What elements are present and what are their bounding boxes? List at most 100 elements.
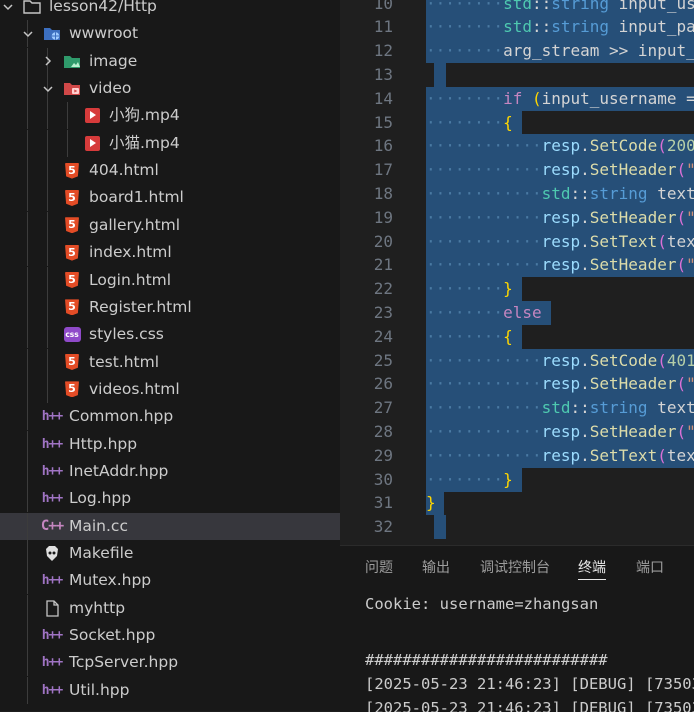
line-number: 18 — [373, 183, 393, 203]
file-http-hpp[interactable]: h++ Http.hpp — [0, 430, 340, 458]
file-log-hpp[interactable]: h++ Log.hpp — [0, 485, 340, 513]
file-inetaddr-hpp[interactable]: h++ InetAddr.hpp — [0, 457, 340, 485]
code-line[interactable]: 30 ········} — [340, 467, 694, 492]
indent-guide — [27, 457, 28, 485]
file-mutex-hpp[interactable]: h++ Mutex.hpp — [0, 567, 340, 595]
code-text: ············resp.SetHeader("Cont — [426, 421, 694, 441]
file-test-html[interactable]: 5 test.html — [0, 348, 340, 376]
file-main-cc[interactable]: C++ Main.cc — [0, 512, 340, 540]
code-line[interactable]: 26 ············resp.SetHeader("Cont — [340, 372, 694, 397]
file-util-hpp[interactable]: h++ Util.hpp — [0, 676, 340, 704]
file-login-html[interactable]: 5 Login.html — [0, 266, 340, 294]
file-index-html[interactable]: 5 index.html — [0, 239, 340, 267]
tab-ports[interactable]: 端口 — [636, 546, 664, 586]
code-line[interactable]: 12 ········arg_stream >> input_user — [340, 39, 694, 64]
file-dog-mp4[interactable]: 小狗.mp4 — [0, 102, 340, 130]
indent-guide — [27, 184, 28, 212]
code-line[interactable]: 27 ············std::string text = " — [340, 396, 694, 421]
folder-web-icon — [43, 25, 61, 42]
line-number: 17 — [373, 160, 393, 180]
folder-image[interactable]: image — [0, 47, 340, 75]
file-myhttp[interactable]: myhttp — [0, 594, 340, 622]
file-gallery-html[interactable]: 5 gallery.html — [0, 211, 340, 239]
file-videos-html[interactable]: 5 videos.html — [0, 375, 340, 403]
folder-video[interactable]: video — [0, 75, 340, 103]
code-editor[interactable]: 10········std::string input_userna11····… — [340, 0, 694, 545]
indent-guide — [27, 540, 28, 567]
file-label: wwwroot — [69, 24, 139, 43]
code-text: ········arg_stream >> input_user — [426, 41, 694, 61]
file-label: InetAddr.hpp — [69, 461, 169, 480]
file-board1-html[interactable]: 5 board1.html — [0, 184, 340, 212]
line-number: 23 — [373, 302, 393, 322]
indent-guide — [27, 157, 28, 185]
code-line[interactable]: 21 ············resp.SetHeader("Set- — [340, 253, 694, 278]
tab-problems[interactable]: 问题 — [365, 546, 393, 586]
chevron-down-icon[interactable] — [40, 75, 56, 102]
code-line[interactable]: 15 ········{ — [340, 110, 694, 135]
line-number: 20 — [373, 231, 393, 251]
tab-debug-console[interactable]: 调试控制台 — [480, 546, 550, 586]
code-line[interactable]: 23 ········else — [340, 300, 694, 325]
code-line[interactable]: 18 ············std::string text = " — [340, 181, 694, 206]
code-line[interactable]: 28 ············resp.SetHeader("Cont — [340, 419, 694, 444]
hpp-file-icon: h++ — [41, 463, 64, 479]
tab-terminal[interactable]: 终端 — [578, 546, 606, 586]
code-text: ········} — [426, 469, 513, 489]
line-number: 15 — [373, 112, 393, 132]
code-line[interactable]: 31} — [340, 491, 694, 516]
line-number: 29 — [373, 445, 393, 465]
code-line[interactable]: 17 ············resp.SetHeader("Cont — [340, 158, 694, 183]
line-number: 19 — [373, 207, 393, 227]
code-text: ············resp.SetHeader("Cont — [426, 207, 694, 227]
chevron-down-icon[interactable] — [0, 0, 16, 20]
bottom-panel: 问题 输出 调试控制台 终端 端口 Cookie: username=zhangsan #… — [340, 545, 694, 712]
code-text: ········else — [426, 302, 542, 322]
indent-guide — [47, 129, 48, 157]
file-styles-css[interactable]: css styles.css — [0, 321, 340, 349]
tab-output[interactable]: 输出 — [422, 546, 450, 586]
html-file-icon: 5 — [63, 354, 81, 371]
line-number: 22 — [373, 279, 393, 299]
file-makefile[interactable]: Makefile — [0, 540, 340, 567]
line-number: 31 — [373, 493, 393, 513]
html-file-icon: 5 — [63, 217, 81, 234]
selection-highlight — [434, 62, 446, 87]
terminal-line: Cookie: username=zhangsan — [365, 595, 599, 613]
chevron-down-icon[interactable] — [20, 20, 36, 47]
code-line[interactable]: 19 ············resp.SetHeader("Cont — [340, 205, 694, 230]
terminal-line: [2025-05-23 21:46:23] [DEBUG] [735030 — [365, 675, 694, 693]
makefile-icon — [43, 545, 61, 562]
indent-guide — [27, 75, 28, 103]
line-number: 26 — [373, 374, 393, 394]
file-cat-mp4[interactable]: 小猫.mp4 — [0, 129, 340, 157]
file-label: Http.hpp — [69, 434, 138, 453]
code-line[interactable]: 20 ············resp.SetText(text); — [340, 229, 694, 254]
file-common-hpp[interactable]: h++ Common.hpp — [0, 403, 340, 431]
code-line[interactable]: 22 ········} — [340, 277, 694, 302]
indent-guide — [27, 567, 28, 595]
code-line[interactable]: 10 ········std::string input_userna — [340, 0, 694, 16]
file-register-html[interactable]: 5 Register.html — [0, 293, 340, 321]
code-line[interactable]: 16 ············resp.SetCode(200); — [340, 134, 694, 159]
code-line[interactable]: 13 — [340, 62, 694, 87]
code-line[interactable]: 24 ········{ — [340, 324, 694, 349]
file-socket-hpp[interactable]: h++ Socket.hpp — [0, 622, 340, 650]
html-file-icon: 5 — [63, 299, 81, 316]
line-number: 25 — [373, 350, 393, 370]
html-file-icon: 5 — [63, 244, 81, 261]
folder-lesson42-http[interactable]: lesson42/Http — [0, 0, 340, 20]
code-line[interactable]: 11 ········std::string input_passwo — [340, 15, 694, 40]
chevron-right-icon[interactable] — [40, 48, 56, 75]
code-text: ········{ — [426, 112, 513, 132]
code-line[interactable]: 32 — [340, 515, 694, 540]
line-number: 28 — [373, 421, 393, 441]
file-404-html[interactable]: 5 404.html — [0, 157, 340, 185]
selection-highlight — [434, 515, 446, 540]
code-line[interactable]: 29 ············resp.SetText(text); — [340, 443, 694, 468]
folder-wwwroot[interactable]: wwwroot — [0, 20, 340, 48]
code-line[interactable]: 14 ········if (input_username == us — [340, 86, 694, 111]
file-tcpserver-hpp[interactable]: h++ TcpServer.hpp — [0, 649, 340, 677]
code-line[interactable]: 25 ············resp.SetCode(401); — [340, 348, 694, 373]
file-label: Login.html — [89, 270, 172, 289]
